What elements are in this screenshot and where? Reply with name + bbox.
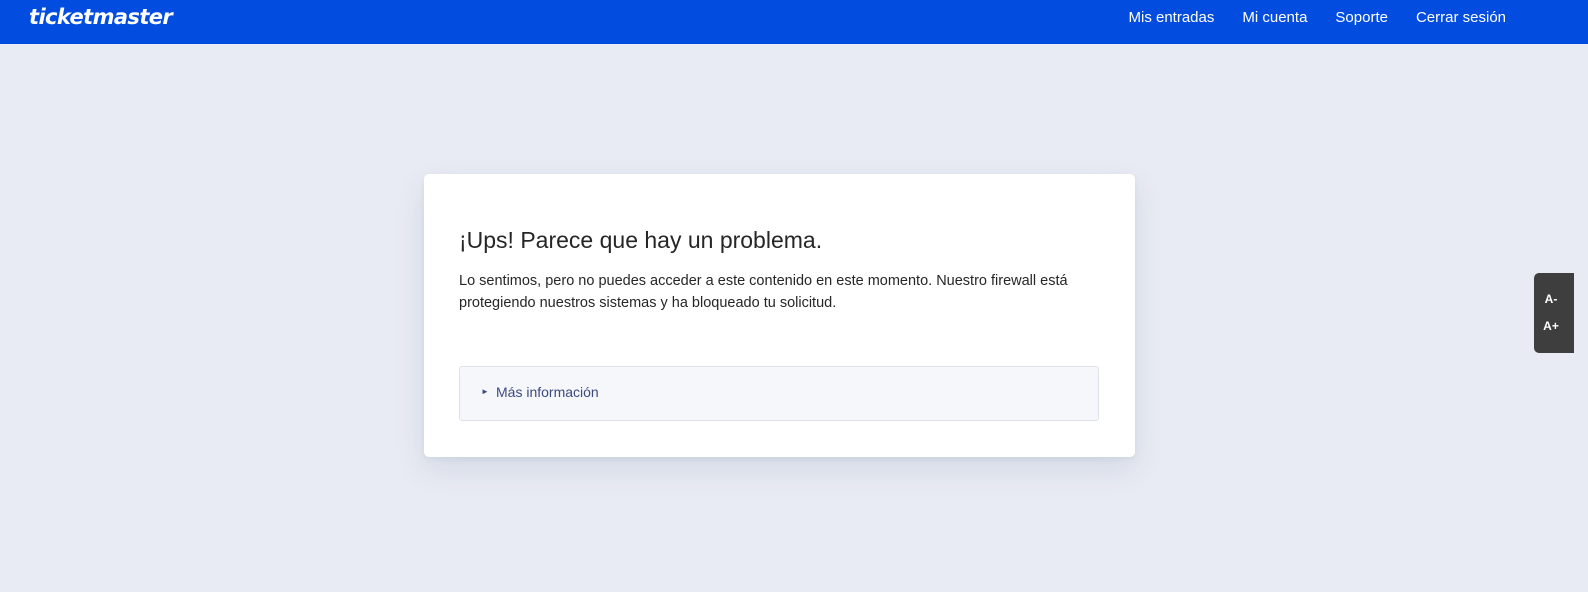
main-nav: Mis entradas Mi cuenta Soporte Cerrar se…: [1129, 10, 1507, 26]
more-info-details-toggle[interactable]: ► Más información: [459, 366, 1099, 421]
nav-mis-entradas[interactable]: Mis entradas: [1129, 10, 1215, 26]
nav-soporte[interactable]: Soporte: [1335, 10, 1388, 26]
error-title: ¡Ups! Parece que hay un problema.: [459, 227, 823, 253]
error-card: ¡Ups! Parece que hay un problema. Lo sen…: [424, 174, 1135, 457]
nav-cerrar-sesion[interactable]: Cerrar sesión: [1416, 10, 1506, 26]
error-message: Lo sentimos, pero no puedes acceder a es…: [459, 273, 1068, 311]
ticketmaster-logo[interactable]: ticketmaster: [29, 5, 173, 29]
font-size-controls: A- A+: [1534, 273, 1574, 353]
decrease-font-size-button[interactable]: A-: [1534, 288, 1568, 310]
top-navigation-bar: ticketmaster Mis entradas Mi cuenta Sopo…: [0, 0, 1588, 44]
nav-mi-cuenta[interactable]: Mi cuenta: [1242, 10, 1307, 26]
more-info-label: Más información: [496, 384, 599, 400]
increase-font-size-button[interactable]: A+: [1534, 315, 1568, 337]
triangle-right-icon: ►: [481, 387, 489, 396]
